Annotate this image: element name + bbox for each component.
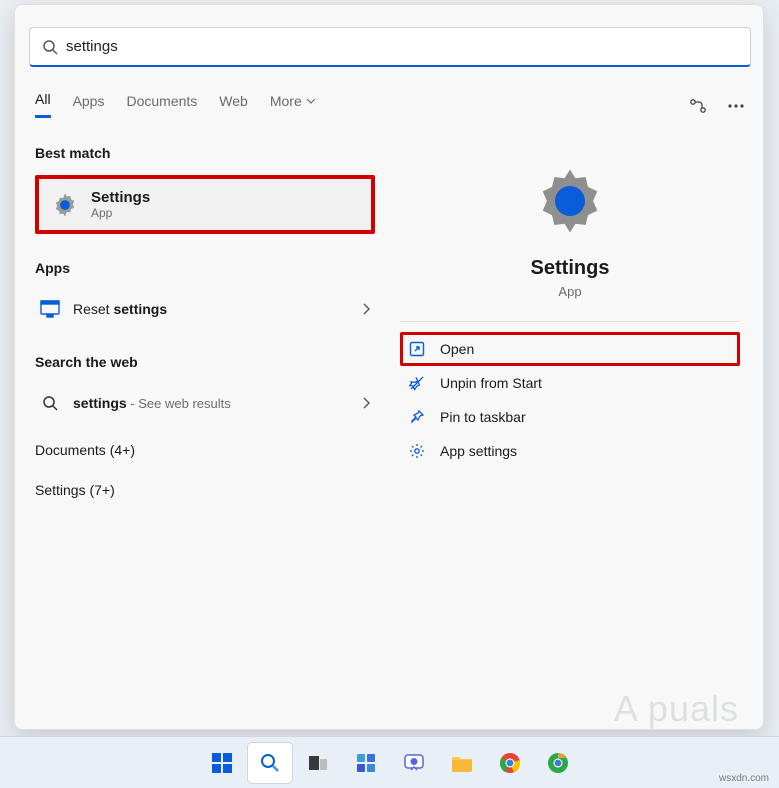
search-window: All Apps Documents Web More Best match S… [14,4,764,730]
preview-pane: Settings App Open Unpin from Start Pin t [385,145,755,468]
widgets-icon [355,752,377,774]
chevron-right-icon [361,303,371,315]
open-label: Open [440,341,474,357]
settings-more-link[interactable]: Settings (7+) [35,482,375,498]
search-icon-small [39,392,61,414]
search-web-item[interactable]: settings - See web results [35,384,375,422]
chevron-down-icon [306,96,316,106]
header-right-icons [687,95,747,117]
app-settings-icon [408,442,426,460]
reset-settings-icon [39,298,61,320]
taskbar [0,736,779,788]
search-bar[interactable] [29,27,751,67]
unpin-from-start-action[interactable]: Unpin from Start [400,366,740,400]
tab-apps[interactable]: Apps [73,93,105,117]
best-match-name: Settings [91,189,150,206]
flow-icon[interactable] [687,95,709,117]
settings-gear-icon [51,191,79,219]
chrome-icon [499,752,521,774]
file-explorer-button[interactable] [440,743,484,783]
tab-more[interactable]: More [270,93,316,117]
results-pane: Best match Settings App Apps [35,145,375,498]
preview-subtitle: App [558,284,581,299]
watermark: wsxdn.com [719,773,769,784]
unpin-icon [408,374,426,392]
documents-more-link[interactable]: Documents (4+) [35,442,375,458]
action-list: Open Unpin from Start Pin to taskbar App… [400,332,740,468]
divider [400,321,740,322]
apps-heading: Apps [35,260,375,276]
task-view-button[interactable] [296,743,340,783]
chrome-alt-icon [547,752,569,774]
more-options-icon[interactable] [725,95,747,117]
unpin-label: Unpin from Start [440,375,542,391]
open-action[interactable]: Open [400,332,740,366]
chrome-canary-button[interactable] [536,743,580,783]
filter-tabs: All Apps Documents Web More [35,91,316,118]
chat-icon [403,752,425,774]
pin-taskbar-label: Pin to taskbar [440,409,526,425]
app-settings-label: App settings [440,443,517,459]
windows-logo-icon [210,751,234,775]
task-view-icon [307,752,329,774]
widgets-button[interactable] [344,743,388,783]
tab-all[interactable]: All [35,91,51,118]
chrome-button[interactable] [488,743,532,783]
search-icon [42,39,58,55]
reset-settings-item[interactable]: Reset settings [35,290,375,328]
tab-more-label: More [270,93,302,109]
pin-to-taskbar-action[interactable]: Pin to taskbar [400,400,740,434]
folder-icon [450,752,474,774]
tab-documents[interactable]: Documents [126,93,197,117]
chat-button[interactable] [392,743,436,783]
open-icon [408,340,426,358]
settings-gear-large-icon [534,165,606,237]
reset-settings-label: Reset settings [73,301,167,317]
best-match-sub: App [91,206,150,220]
search-web-heading: Search the web [35,354,375,370]
chevron-right-icon [361,397,371,409]
preview-title: Settings [531,257,610,280]
pin-icon [408,408,426,426]
app-settings-action[interactable]: App settings [400,434,740,468]
search-input[interactable] [66,38,738,55]
tab-web[interactable]: Web [219,93,248,117]
best-match-heading: Best match [35,145,375,161]
search-magnifier-icon [259,752,281,774]
search-taskbar-button[interactable] [248,743,292,783]
start-button[interactable] [200,743,244,783]
search-web-label: settings - See web results [73,395,231,411]
best-match-settings[interactable]: Settings App [35,175,375,234]
